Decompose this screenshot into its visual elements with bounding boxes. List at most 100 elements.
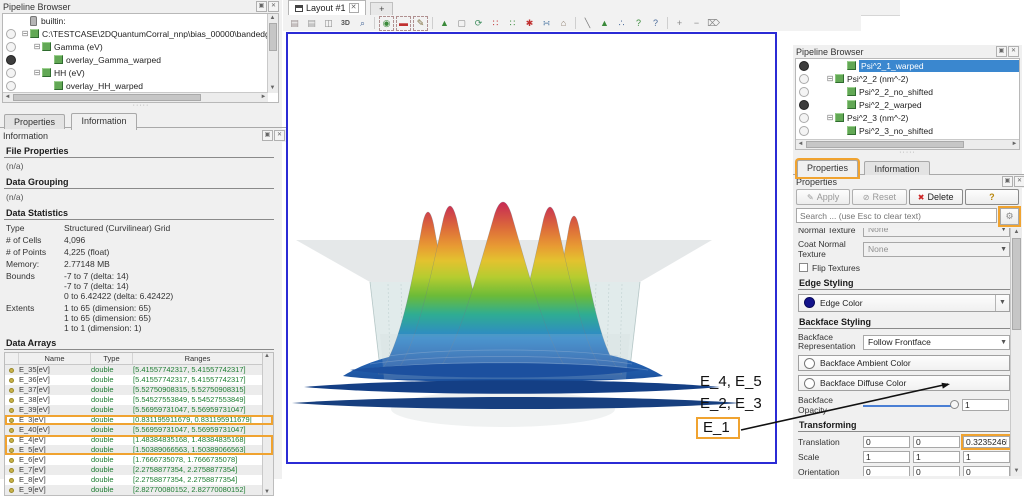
pipeline-item[interactable]: builtin: — [3, 14, 278, 27]
save-animation-icon[interactable]: ▤ — [287, 16, 302, 31]
pipeline-tree[interactable]: builtin:⊟C:\TESTCASE\2DQuantumCorral_nnp… — [2, 13, 279, 103]
remove-view-icon[interactable]: − — [689, 16, 704, 31]
pipeline-item[interactable]: Psi^2_1_warped — [796, 59, 1019, 72]
scrollbar-thumb[interactable] — [806, 141, 964, 148]
data-array-row[interactable]: E_39[eV]double[5.56959731047, 5.56959731… — [5, 405, 273, 415]
scroll-down-icon[interactable]: ▼ — [1012, 467, 1021, 476]
visibility-eye-icon[interactable] — [799, 61, 809, 71]
scale-x-field[interactable] — [863, 451, 910, 463]
orientation-y-field[interactable] — [913, 466, 960, 476]
scroll-right-icon[interactable]: ► — [259, 93, 268, 102]
visibility-eye-icon[interactable] — [799, 126, 809, 136]
pipeline-item[interactable]: ⊟Psi^2_3 (nm^-2) — [796, 111, 1019, 124]
undock-icon[interactable]: ▣ — [1002, 176, 1013, 187]
toggle-3d-icon[interactable]: 3D — [338, 16, 353, 31]
select-points-red-icon[interactable]: ∷ — [488, 16, 503, 31]
backface-opacity-slider[interactable] — [863, 399, 959, 411]
pipeline-tree-right[interactable]: Psi^2_1_warped⊟Psi^2_2 (nm^-2)Psi^2_2_no… — [795, 58, 1020, 150]
data-array-row[interactable]: E_37[eV]double[5.52750908315, 5.52750908… — [5, 385, 273, 395]
expander-icon[interactable]: ⊟ — [825, 74, 835, 83]
zoom-to-box-icon[interactable]: ⌕ — [355, 16, 370, 31]
backface-opacity-field[interactable] — [962, 399, 1009, 411]
delete-button[interactable]: ✖Delete — [909, 189, 963, 205]
normal-texture-dropdown[interactable]: None▼ — [863, 228, 1010, 237]
close-icon[interactable]: ✕ — [268, 1, 279, 12]
add-layout-tab[interactable]: + — [370, 2, 393, 16]
reset-button[interactable]: ⊘Reset — [852, 189, 906, 205]
edge-color-combo[interactable]: Edge Color ▼ — [798, 294, 1010, 312]
select-cells-through-icon[interactable]: ▲ — [597, 16, 612, 31]
tab-properties[interactable]: Properties — [4, 114, 65, 130]
scroll-up-icon[interactable]: ▲ — [268, 14, 277, 23]
orientation-z-field[interactable] — [963, 466, 1010, 476]
table-vertical-scrollbar[interactable]: ▲▼ — [262, 353, 273, 495]
delete-view-icon[interactable]: ⌦ — [706, 16, 721, 31]
visibility-eye-icon[interactable] — [6, 68, 16, 78]
visibility-eye-icon[interactable] — [799, 113, 809, 123]
scroll-down-icon[interactable]: ▼ — [268, 84, 277, 93]
tree-vertical-scrollbar[interactable]: ▲ ▼ — [267, 14, 278, 93]
add-view-icon[interactable]: + — [672, 16, 687, 31]
scrollbar-thumb[interactable] — [1012, 238, 1021, 330]
properties-vertical-scrollbar[interactable]: ▲ ▼ — [1010, 228, 1022, 476]
flip-textures-checkbox[interactable] — [799, 263, 808, 272]
visibility-eye-icon[interactable] — [6, 81, 16, 91]
pipeline-item[interactable]: ⊟Psi^2_2 (nm^-2) — [796, 72, 1019, 85]
data-array-row[interactable]: E_5[eV]double[1.50389066563, 1.503890665… — [5, 445, 273, 455]
scroll-up-icon[interactable]: ▲ — [1012, 228, 1021, 237]
translation-z-field[interactable] — [963, 436, 1010, 448]
pipeline-item[interactable]: Psi^2_2_no_shifted — [796, 85, 1019, 98]
data-array-row[interactable]: E_36[eV]double[5.41557742317, 5.41557742… — [5, 375, 273, 385]
apply-button[interactable]: ✎Apply — [796, 189, 850, 205]
data-array-row[interactable]: E_3[eV]double[0.831195911679, 0.83119591… — [5, 415, 273, 425]
undock-icon[interactable]: ▣ — [256, 1, 267, 12]
pipeline-item[interactable]: Psi^2_2_warped — [796, 98, 1019, 111]
data-arrays-table[interactable]: NameTypeRangesE_35[eV]double[5.415577423… — [4, 352, 274, 496]
record-animation-icon[interactable]: ▤ — [304, 16, 319, 31]
pipeline-item[interactable]: overlay_HH_warped — [3, 79, 278, 92]
expander-icon[interactable]: ⊟ — [20, 29, 30, 38]
undock-icon[interactable]: ▣ — [996, 46, 1007, 57]
orientation-x-field[interactable] — [863, 466, 910, 476]
chevron-down-icon[interactable]: ▼ — [995, 295, 1009, 311]
scale-z-field[interactable] — [963, 451, 1010, 463]
undock-icon[interactable]: ▣ — [262, 130, 273, 141]
pipeline-item[interactable]: ⊟C:\TESTCASE\2DQuantumCorral_nnp\bias_00… — [3, 27, 278, 40]
scrollbar-thumb[interactable] — [269, 23, 277, 51]
data-array-row[interactable]: E_8[eV]double[2.2758877354, 2.2758877354… — [5, 475, 273, 485]
interactive-select-icon[interactable]: ∺ — [539, 16, 554, 31]
scroll-left-icon[interactable]: ◄ — [3, 93, 12, 102]
backface-ambient-color-button[interactable]: Backface Ambient Color — [798, 355, 1010, 371]
edit-zoom-icon[interactable]: ✎ — [413, 16, 428, 31]
query-points-icon[interactable]: ? — [648, 16, 663, 31]
slider-handle[interactable] — [950, 400, 959, 409]
visibility-eye-icon[interactable] — [6, 29, 16, 39]
scroll-left-icon[interactable]: ◄ — [796, 140, 805, 149]
pipeline-item[interactable]: Psi^2_3_no_shifted — [796, 124, 1019, 137]
pick-line-icon[interactable]: ╲ — [580, 16, 595, 31]
visibility-eye-icon[interactable] — [799, 87, 809, 97]
select-points-green-icon[interactable]: ∷ — [505, 16, 520, 31]
visibility-eye-icon[interactable] — [6, 55, 16, 65]
select-frustum-icon[interactable]: ▢ — [454, 16, 469, 31]
rotate-view-icon[interactable]: ⟳ — [471, 16, 486, 31]
tree-horizontal-scrollbar[interactable]: ◄ ► — [796, 139, 1019, 149]
layout-tab[interactable]: Layout #1 ✕ — [288, 0, 366, 15]
close-icon[interactable]: ✕ — [1014, 176, 1024, 187]
hover-cells-icon[interactable]: ⌂ — [556, 16, 571, 31]
data-array-row[interactable]: E_40[eV]double[5.56959731047, 5.56959731… — [5, 425, 273, 435]
pipeline-item[interactable]: overlay_Gamma_warped — [3, 53, 278, 66]
pipeline-item[interactable]: ⊟HH (eV) — [3, 66, 278, 79]
close-layout-icon[interactable]: ✕ — [349, 3, 359, 13]
data-array-row[interactable]: E_6[eV]double[1.7666735078, 1.7666735078… — [5, 455, 273, 465]
scroll-right-icon[interactable]: ► — [1010, 140, 1019, 149]
remove-crop-icon[interactable]: ▬ — [396, 16, 411, 31]
scrollbar-thumb[interactable] — [13, 94, 201, 101]
visibility-eye-icon[interactable] — [799, 100, 809, 110]
select-polygon-icon[interactable]: ✱ — [522, 16, 537, 31]
data-array-row[interactable]: E_9[eV]double[2.82770080152, 2.827700801… — [5, 485, 273, 495]
gear-icon[interactable]: ⚙ — [1000, 208, 1019, 225]
help-button[interactable]: ? — [965, 189, 1019, 205]
expander-icon[interactable]: ⊟ — [32, 68, 42, 77]
scale-y-field[interactable] — [913, 451, 960, 463]
